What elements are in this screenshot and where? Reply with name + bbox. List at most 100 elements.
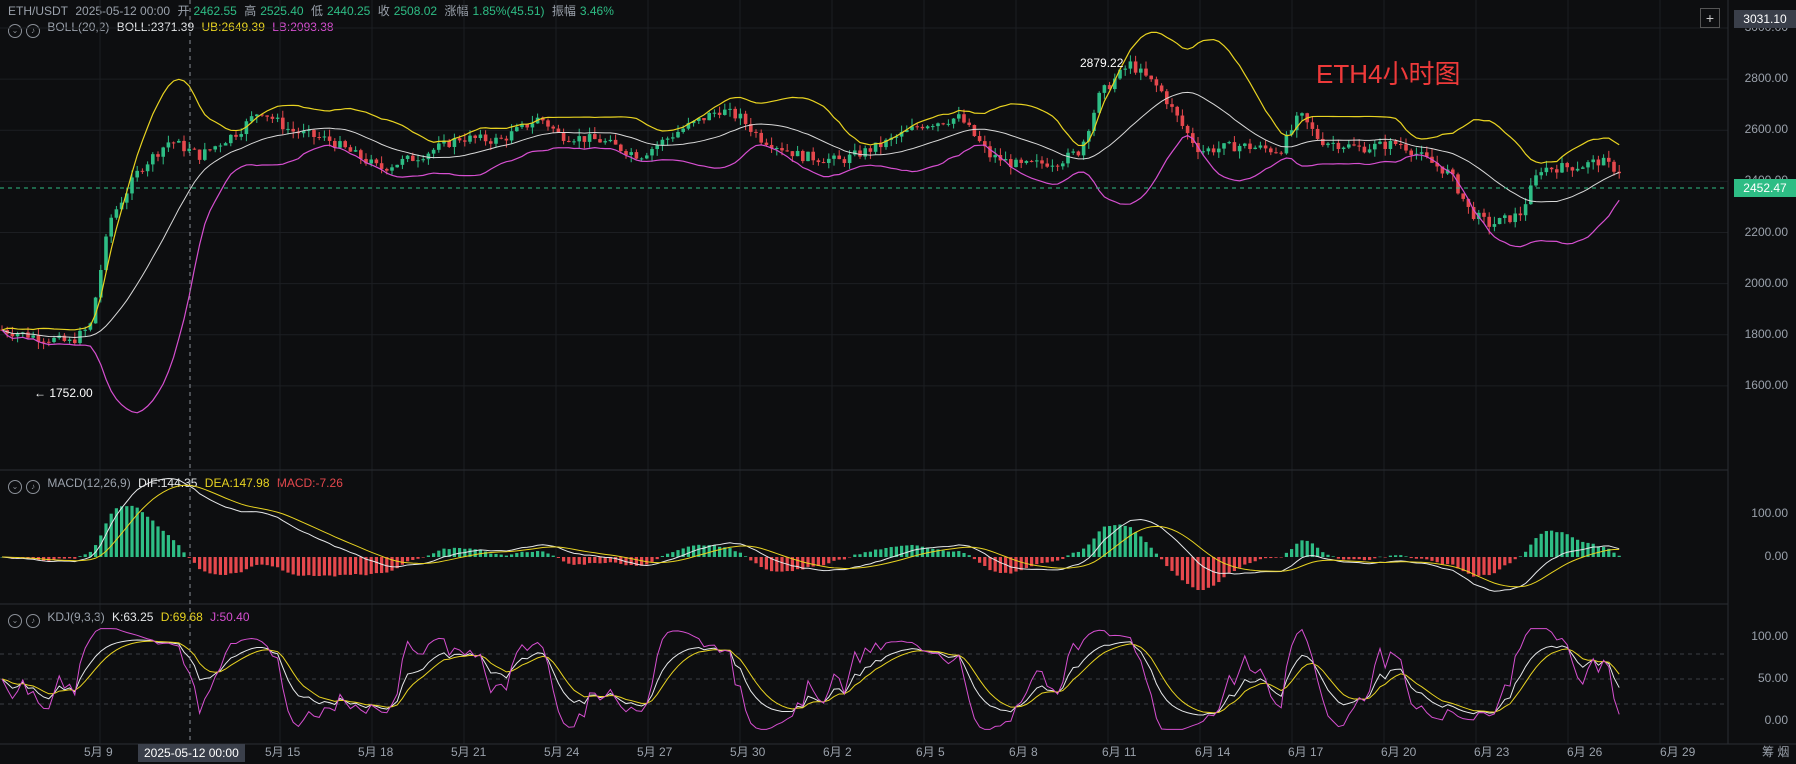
macd-bar (764, 557, 768, 570)
macd-bar (270, 557, 274, 567)
candle-body (1133, 61, 1138, 73)
macd-bar (1565, 534, 1569, 557)
candle-body (10, 333, 15, 337)
macd-bar (437, 550, 441, 557)
candle-body (655, 145, 659, 150)
macd-bar (369, 557, 373, 574)
crosshair-date-label: 2025-05-12 00:00 (138, 744, 245, 762)
candle-body (1581, 167, 1585, 169)
candle-body (1513, 213, 1517, 223)
candle-body (619, 144, 623, 152)
macd-bar (889, 547, 893, 557)
time-tick: 5月 24 (544, 745, 580, 759)
macd-bar (224, 557, 228, 575)
candle-body (197, 149, 202, 160)
macd-bar (556, 557, 560, 558)
macd-bar (1513, 557, 1517, 560)
crosshair-add-icon[interactable]: + (1700, 8, 1720, 28)
candle-body (26, 332, 30, 338)
candle-body (416, 160, 420, 162)
macd-bar (666, 553, 670, 557)
candle-body (723, 109, 727, 115)
candle-body (1591, 159, 1595, 163)
candle-body (213, 146, 217, 150)
price-tick: 2000.00 (1744, 275, 1788, 290)
macd-bar (281, 557, 285, 571)
candle-body (390, 167, 394, 171)
corner-label[interactable]: 筹 烟 (1762, 743, 1789, 760)
macd-bar (489, 553, 493, 557)
macd-bar (333, 557, 337, 577)
macd-bar (1232, 557, 1236, 572)
macd-bar (1050, 557, 1054, 562)
macd-bar (858, 554, 862, 557)
candle-body (1253, 147, 1257, 150)
macd-bar (229, 557, 233, 574)
candle-body (385, 168, 389, 171)
macd-bar (218, 557, 222, 575)
macd-bar (1191, 557, 1195, 588)
candle-body (775, 148, 779, 150)
candle-body (1248, 143, 1252, 150)
candle-body (374, 159, 379, 164)
candle-body (702, 118, 706, 121)
candle-body (717, 112, 722, 115)
candle-body (676, 131, 680, 138)
price-tick: 1600.00 (1744, 377, 1788, 392)
macd-bar (827, 557, 831, 564)
candle-body (811, 151, 815, 161)
macd-bar (255, 557, 259, 565)
time-tick: 5月 15 (265, 745, 301, 759)
macd-bar (359, 557, 363, 575)
candle-body (1144, 68, 1148, 76)
candle-body (858, 150, 862, 157)
candle-body (1227, 142, 1231, 144)
candle-body (925, 126, 930, 129)
macd-bar (140, 512, 144, 557)
time-tick: 6月 2 (823, 745, 852, 759)
macd-bar (302, 557, 306, 576)
macd-bar (972, 557, 976, 560)
candle-body (1315, 128, 1320, 139)
macd-bar (1118, 524, 1122, 557)
candle-body (1123, 68, 1127, 70)
candle-body (218, 145, 223, 147)
macd-bar (541, 551, 545, 557)
macd-bar (1357, 557, 1361, 560)
candle-body (31, 335, 35, 338)
macd-bar (385, 557, 389, 573)
macd-bar (198, 557, 202, 570)
candle-body (1232, 142, 1237, 152)
time-tick: 6月 20 (1381, 745, 1417, 759)
candle-body (317, 136, 321, 138)
macd-bar (1362, 557, 1366, 561)
candle-body (993, 155, 997, 158)
candle-body (343, 141, 347, 148)
candle-body (827, 158, 831, 163)
candle-body (1071, 151, 1075, 153)
macd-bar (426, 555, 430, 557)
candle-body (556, 128, 561, 133)
macd-dea-line (1, 484, 1620, 588)
kdj-tick: 100.00 (1751, 629, 1788, 643)
time-tick: 5月 21 (451, 745, 487, 759)
macd-bar (645, 557, 649, 565)
candle-body (509, 131, 514, 141)
macd-bar (536, 550, 540, 557)
macd-bar (775, 557, 779, 572)
candle-body (920, 126, 925, 129)
time-tick: 6月 26 (1567, 745, 1603, 759)
macd-bar (822, 557, 826, 566)
candle-body (1575, 168, 1580, 171)
candle-body (743, 113, 748, 125)
macd-bar (946, 551, 950, 557)
candle-body (1237, 145, 1242, 152)
candle-body (265, 115, 269, 117)
candle-body (1180, 115, 1185, 126)
macd-bar (1383, 557, 1387, 558)
price-chart[interactable] (0, 0, 1796, 764)
candle-body (931, 126, 935, 128)
candle-body (1024, 160, 1029, 163)
macd-bar (967, 555, 971, 557)
candle-body (530, 123, 535, 128)
